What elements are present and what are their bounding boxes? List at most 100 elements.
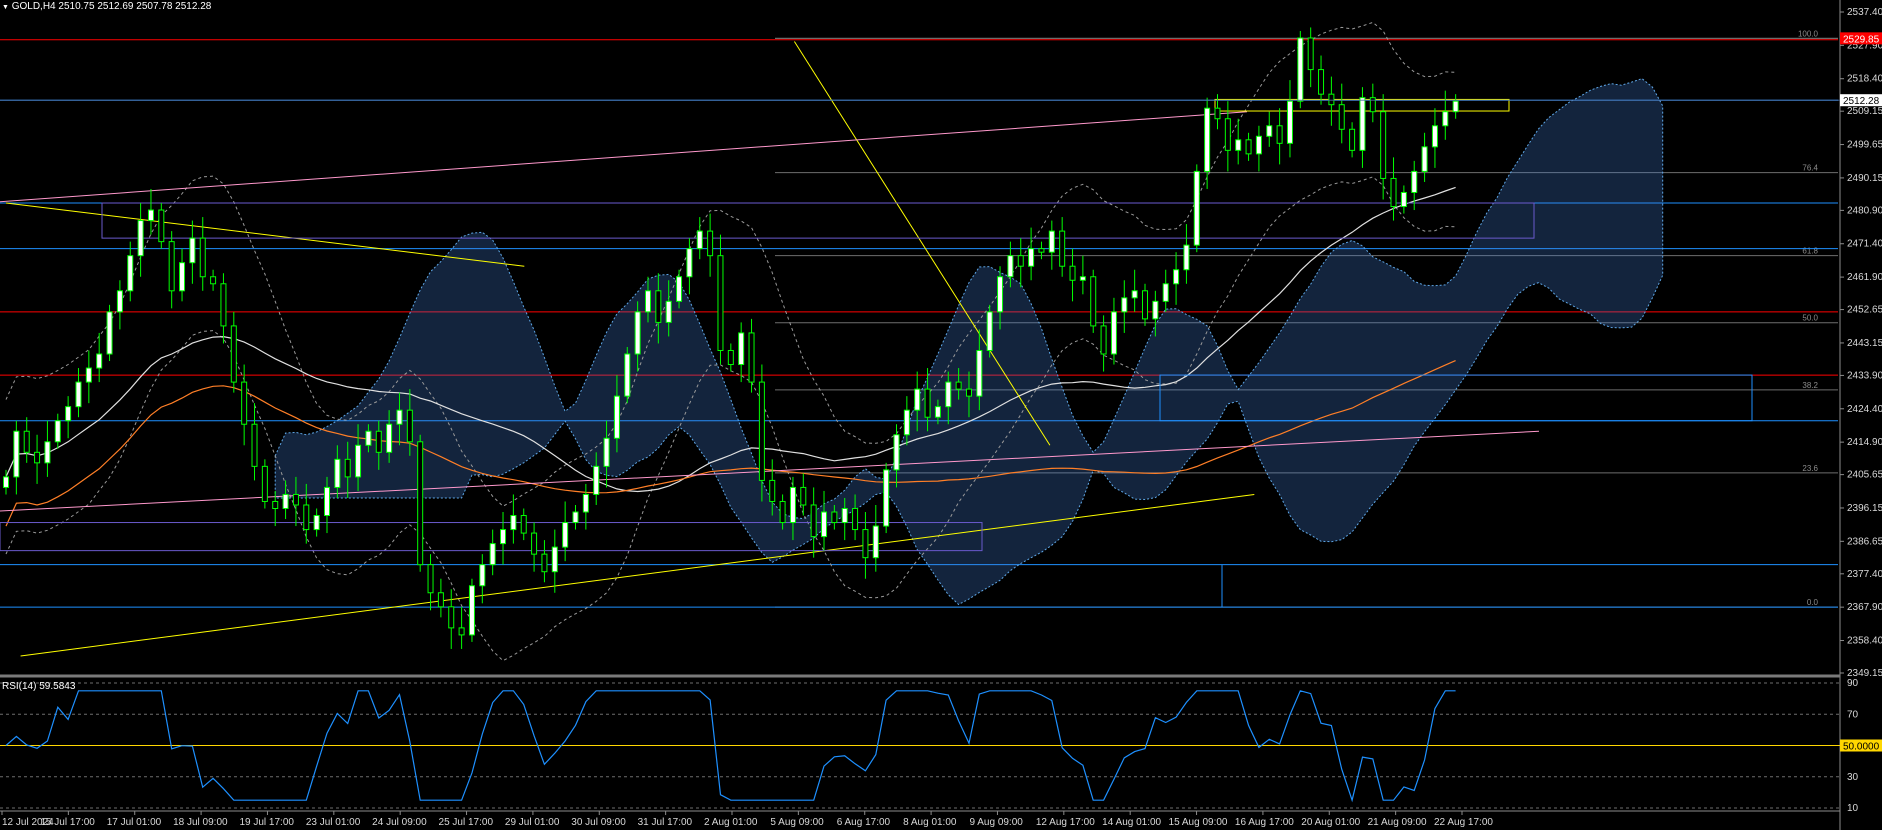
candle-body [199, 237, 206, 278]
time-tick-label: 9 Aug 09:00 [969, 817, 1023, 828]
candle-body [106, 311, 113, 355]
candle-body [220, 283, 227, 327]
candle-body [1431, 125, 1438, 148]
candle-body [1276, 125, 1283, 144]
candle-body [75, 381, 82, 408]
time-tick-label: 12 Aug 17:00 [1036, 817, 1095, 828]
candle-body [531, 532, 538, 555]
time-tick-label: 22 Aug 17:00 [1434, 817, 1493, 828]
time-tick-label: 6 Aug 17:00 [837, 817, 891, 828]
candle-body [1214, 107, 1221, 120]
candle-body [127, 255, 134, 292]
candle-body [168, 241, 175, 292]
candle-body [437, 592, 444, 608]
candle-body [841, 507, 848, 524]
candle-body [613, 395, 620, 439]
candle-body [500, 529, 507, 545]
time-tick-label: 20 Aug 01:00 [1301, 817, 1360, 828]
candle-body [375, 430, 382, 453]
candle-body [1131, 290, 1138, 299]
time-tick-label: 29 Jul 01:00 [505, 817, 560, 828]
candle-body [696, 230, 703, 250]
candle-body [137, 220, 144, 257]
candle-body [344, 458, 351, 478]
candle-body [582, 493, 589, 513]
candle-body [355, 444, 362, 478]
price-tick-label: 2433.90 [1847, 370, 1882, 381]
candle-body [624, 353, 631, 397]
price-tick-label: 2471.40 [1847, 239, 1882, 250]
price-tick-label: 2414.90 [1847, 437, 1882, 448]
collapse-arrow-icon[interactable]: ▼ [2, 4, 9, 11]
time-tick-label: 2 Aug 01:00 [704, 817, 758, 828]
candle-body [1090, 276, 1097, 327]
candle-body [779, 500, 786, 524]
candle-body [1173, 269, 1180, 285]
fib-level-label: 61.8 [1802, 247, 1818, 256]
candle-body [1079, 276, 1086, 281]
candle-body [386, 423, 393, 453]
candle-body [303, 504, 310, 531]
candle-body [85, 367, 92, 383]
candle-body [965, 388, 972, 397]
candle-body [230, 325, 237, 383]
candle-body [800, 486, 807, 506]
candle-body [955, 381, 962, 390]
candle-body [158, 209, 165, 243]
candle-body [147, 209, 154, 222]
candle-body [769, 479, 776, 502]
price-tick-label: 2386.65 [1847, 536, 1882, 547]
candle-body [738, 332, 745, 366]
time-tick-label: 21 Aug 09:00 [1368, 817, 1427, 828]
candle-body [65, 406, 72, 422]
price-tick-label: 2480.90 [1847, 205, 1882, 216]
candle-body [1452, 100, 1459, 113]
chart-window[interactable]: 2537.40 2527.90 2518.40 2509.15 2499.65 2490.… [0, 0, 1882, 830]
candle-body [1204, 107, 1211, 172]
candle-body [1390, 177, 1397, 208]
candle-body [54, 420, 61, 443]
candle-body [34, 451, 41, 464]
candle-body [707, 230, 714, 257]
fib-level-label: 38.2 [1802, 381, 1818, 390]
current-price-text: 2512.28 [1843, 96, 1880, 107]
candle-body [997, 276, 1004, 313]
candle-body [1110, 311, 1117, 355]
candle-body [1162, 283, 1169, 302]
time-tick-label: 25 Jul 17:00 [439, 817, 494, 828]
ohlc-readout: 2510.75 2512.69 2507.78 2512.28 [58, 1, 212, 12]
candle-body [676, 276, 683, 302]
candle-body [1183, 244, 1190, 271]
candle-body [976, 349, 983, 397]
candle-body [1307, 37, 1314, 71]
candle-body [241, 381, 248, 425]
candle-body [562, 522, 569, 548]
time-tick-label: 5 Aug 09:00 [770, 817, 824, 828]
candle-body [1069, 265, 1076, 281]
candle-body [821, 511, 828, 538]
ichimoku-cloud [274, 78, 1664, 606]
candle-body [23, 430, 30, 453]
candle-body [748, 332, 755, 383]
candle-body [644, 290, 651, 313]
trendline [20, 493, 1255, 657]
time-tick-label: 23 Jul 01:00 [306, 817, 361, 828]
price-tick-label: 2396.15 [1847, 503, 1882, 514]
candle-body [914, 388, 921, 411]
candle-body [872, 525, 879, 559]
candle-body [96, 353, 103, 369]
candle-body [1349, 128, 1356, 151]
candle-body [1286, 100, 1293, 144]
alert-price-text: 2529.85 [1843, 34, 1880, 45]
price-chart[interactable]: 2537.402527.902518.402509.152499.652490.… [0, 0, 1882, 830]
candle-body [3, 476, 9, 488]
candle-body [1359, 97, 1366, 151]
trendline [5, 202, 525, 267]
candle-body [1369, 97, 1376, 113]
candle-body [1266, 125, 1273, 137]
candle-body [893, 434, 900, 471]
time-tick-label: 15 Jul 17:00 [40, 817, 95, 828]
candle-body [1235, 139, 1242, 151]
candle-body [272, 500, 279, 509]
candle-body [1028, 248, 1035, 267]
